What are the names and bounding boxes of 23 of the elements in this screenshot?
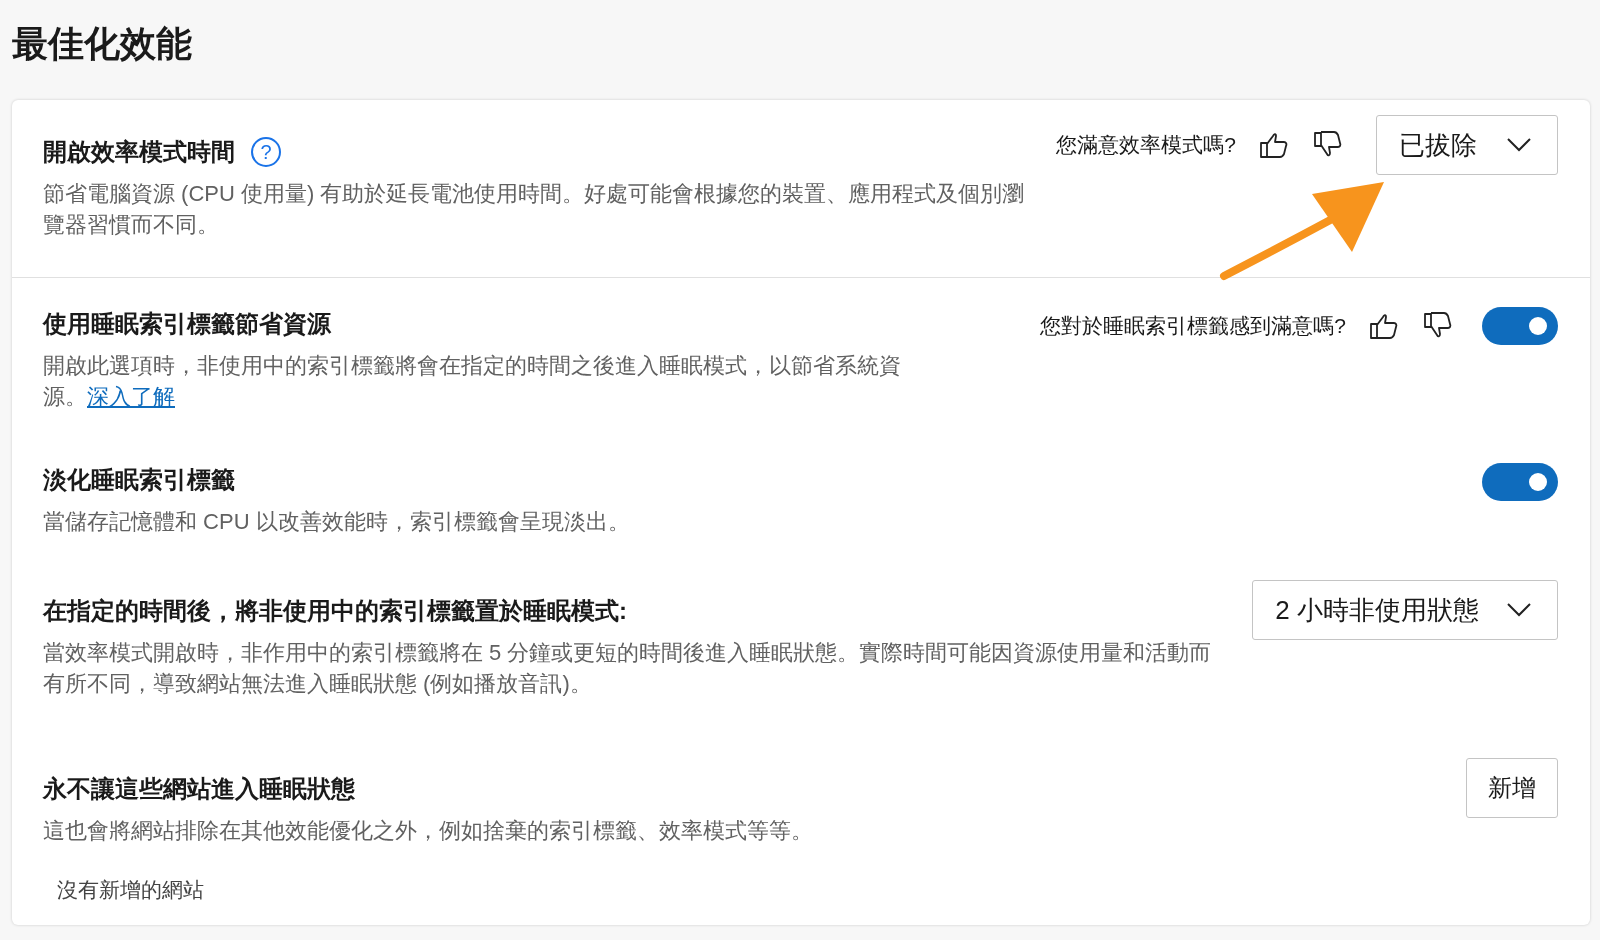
- setting-description: 開啟此選項時，非使用中的索引標籤將會在指定的時間之後進入睡眠模式，以節省系統資源。深入了解: [43, 352, 902, 411]
- learn-more-link[interactable]: 深入了解: [87, 384, 175, 409]
- setting-description: 當儲存記憶體和 CPU 以改善效能時，索引標籤會呈現淡出。: [43, 508, 631, 536]
- page-title: 最佳化效能: [12, 22, 193, 66]
- chevron-down-icon: [1507, 138, 1531, 152]
- feedback-question: 您對於睡眠索引標籤感到滿意嗎?: [1040, 313, 1346, 339]
- toggle-switch[interactable]: [1482, 307, 1558, 345]
- dropdown[interactable]: 2 小時非使用狀態: [1252, 580, 1558, 640]
- setting-description: 這也會將網站排除在其他效能優化之外，例如捨棄的索引標籤、效率模式等等。: [43, 817, 814, 845]
- dropdown[interactable]: 已拔除: [1376, 115, 1558, 175]
- setting-title: 開啟效率模式時間: [43, 137, 235, 167]
- toggle-switch[interactable]: [1482, 463, 1558, 501]
- setting-title: 永不讓這些網站進入睡眠狀態: [43, 774, 355, 804]
- add-button[interactable]: 新增: [1466, 758, 1558, 818]
- setting-title: 在指定的時間後，將非使用中的索引標籤置於睡眠模式:: [43, 596, 627, 626]
- empty-list-message: 沒有新增的網站: [56, 877, 205, 903]
- feedback-question: 您滿意效率模式嗎?: [1056, 132, 1236, 158]
- help-icon[interactable]: ?: [251, 137, 281, 167]
- setting-description: 當效率模式開啟時，非作用中的索引標籤將在 5 分鐘或更短的時間後進入睡眠狀態。實際時間可能因資源使用量和活動而有所不同，導致網站無法進入睡眠狀態 (例如播放音訊)。: [43, 639, 1213, 698]
- chevron-down-icon: [1507, 603, 1531, 617]
- setting-title: 使用睡眠索引標籤節省資源: [43, 309, 331, 339]
- setting-description: 節省電腦資源 (CPU 使用量) 有助於延長電池使用時間。好處可能會根據您的裝置、應用程式及個別瀏覽器習慣而不同。: [43, 180, 1026, 239]
- setting-title: 淡化睡眠索引標籤: [43, 465, 235, 495]
